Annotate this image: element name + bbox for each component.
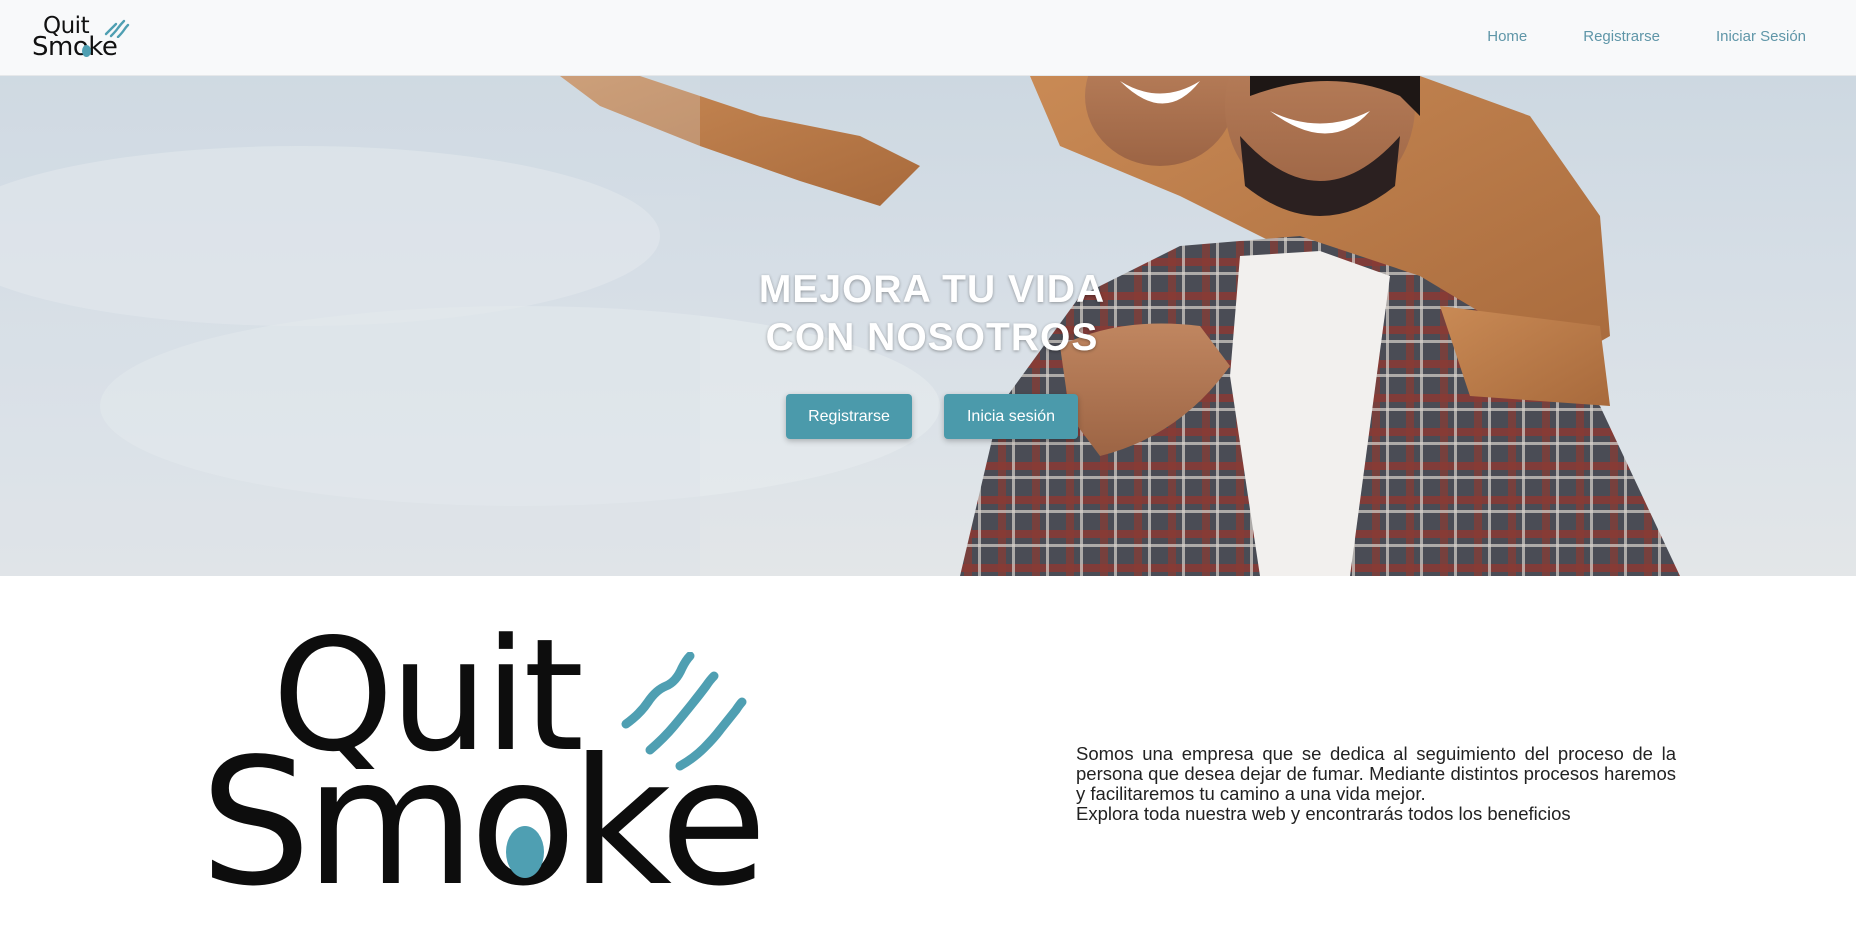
smoke-waves-icon <box>621 652 747 771</box>
nav-links: Home Registrarse Iniciar Sesión <box>1487 26 1806 48</box>
about-logo: Quit Smoke <box>200 616 800 920</box>
brand-logo-dot <box>82 45 91 57</box>
brand-logo[interactable]: Quit Smoke <box>32 12 136 62</box>
about-paragraph-cta: Explora toda nuestra web y encontrarás t… <box>1076 803 1571 824</box>
about-logo-dot <box>506 826 544 878</box>
about-description: Somos una empresa que se dedica al segui… <box>1076 744 1676 824</box>
hero-title-line1: MEJORA TU VIDA <box>758 268 1106 311</box>
hero-title: MEJORA TU VIDA CON NOSOTROS <box>0 266 1856 362</box>
nav-link-login[interactable]: Iniciar Sesión <box>1716 26 1806 48</box>
about-paragraph: Somos una empresa que se dedica al segui… <box>1076 743 1676 804</box>
hero-register-button[interactable]: Registrarse <box>786 394 912 439</box>
hero-title-line2: CON NOSOTROS <box>765 316 1099 359</box>
navbar: Quit Smoke Home Registrarse Iniciar Sesi… <box>0 0 1856 76</box>
smoke-waves-icon <box>104 19 130 38</box>
hero-login-button[interactable]: Inicia sesión <box>944 394 1078 439</box>
hero-banner: MEJORA TU VIDA CON NOSOTROS Registrarse … <box>0 76 1856 576</box>
nav-link-register[interactable]: Registrarse <box>1583 26 1660 48</box>
nav-link-home[interactable]: Home <box>1487 26 1527 48</box>
